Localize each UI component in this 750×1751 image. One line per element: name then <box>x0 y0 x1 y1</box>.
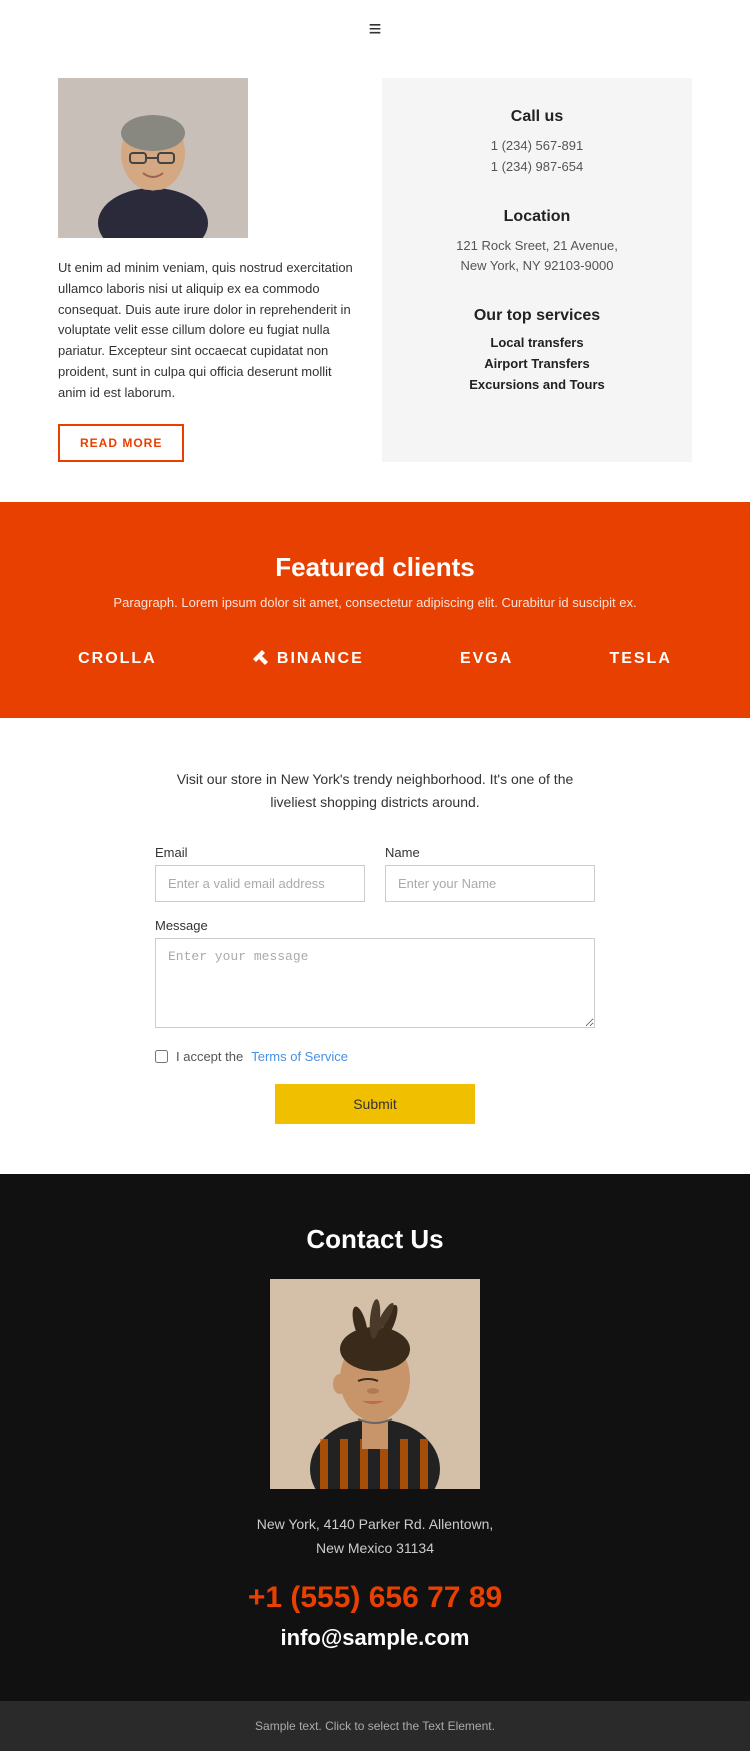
right-column: Call us 1 (234) 567-891 1 (234) 987-654 … <box>382 78 692 462</box>
call-us-section: Call us 1 (234) 567-891 1 (234) 987-654 <box>412 108 662 178</box>
location-title: Location <box>412 208 662 226</box>
location-section: Location 121 Rock Sreet, 21 Avenue, New … <box>412 208 662 278</box>
featured-clients-section: Featured clients Paragraph. Lorem ipsum … <box>0 502 750 718</box>
terms-text: I accept the <box>176 1049 243 1064</box>
name-group: Name <box>385 845 595 902</box>
binance-icon <box>253 650 271 668</box>
store-text: Visit our store in New York's trendy nei… <box>165 768 585 816</box>
form-row-1: Email Name <box>155 845 595 902</box>
contact-title: Contact Us <box>30 1224 720 1255</box>
services-list: Local transfers Airport Transfers Excurs… <box>412 335 662 392</box>
service-item-1: Local transfers <box>412 335 662 350</box>
message-label: Message <box>155 918 595 933</box>
services-title: Our top services <box>412 307 662 325</box>
client-binance: BINANCE <box>253 650 364 668</box>
terms-checkbox[interactable] <box>155 1050 168 1063</box>
location-address: 121 Rock Sreet, 21 Avenue, New York, NY … <box>412 236 662 278</box>
terms-link[interactable]: Terms of Service <box>251 1049 348 1064</box>
service-item-2: Airport Transfers <box>412 356 662 371</box>
phone2: 1 (234) 987-654 <box>412 157 662 178</box>
left-column: Ut enim ad minim veniam, quis nostrud ex… <box>58 78 362 462</box>
contact-email: info@sample.com <box>30 1625 720 1651</box>
email-group: Email <box>155 845 365 902</box>
service-item-3: Excursions and Tours <box>412 377 662 392</box>
contact-address: New York, 4140 Parker Rd. Allentown, New… <box>30 1513 720 1561</box>
footer: Sample text. Click to select the Text El… <box>0 1701 750 1751</box>
services-section: Our top services Local transfers Airport… <box>412 307 662 392</box>
terms-row: I accept the Terms of Service <box>155 1049 595 1064</box>
contact-phone: +1 (555) 656 77 89 <box>30 1581 720 1615</box>
phone1: 1 (234) 567-891 <box>412 136 662 157</box>
navigation: ≡ <box>0 0 750 58</box>
store-section: Visit our store in New York's trendy nei… <box>0 718 750 1175</box>
name-input[interactable] <box>385 865 595 902</box>
contact-photo <box>270 1279 480 1489</box>
body-text: Ut enim ad minim veniam, quis nostrud ex… <box>58 258 362 404</box>
submit-button[interactable]: Submit <box>275 1084 475 1124</box>
clients-logos: CROLLA BINANCE EVGA TESLA <box>30 650 720 668</box>
email-label: Email <box>155 845 365 860</box>
person-photo <box>58 78 248 238</box>
read-more-button[interactable]: READ MORE <box>58 424 184 462</box>
hamburger-icon[interactable]: ≡ <box>369 16 382 42</box>
client-tesla: TESLA <box>609 650 671 668</box>
client-crolla: CROLLA <box>78 650 157 668</box>
email-input[interactable] <box>155 865 365 902</box>
contact-section: Contact Us <box>0 1174 750 1701</box>
message-textarea[interactable] <box>155 938 595 1028</box>
featured-title: Featured clients <box>30 552 720 583</box>
name-label: Name <box>385 845 595 860</box>
footer-text[interactable]: Sample text. Click to select the Text El… <box>30 1719 720 1733</box>
call-us-title: Call us <box>412 108 662 126</box>
client-evga: EVGA <box>460 650 513 668</box>
message-group: Message <box>155 918 595 1033</box>
main-content: Ut enim ad minim veniam, quis nostrud ex… <box>0 58 750 502</box>
featured-subtitle: Paragraph. Lorem ipsum dolor sit amet, c… <box>30 595 720 610</box>
